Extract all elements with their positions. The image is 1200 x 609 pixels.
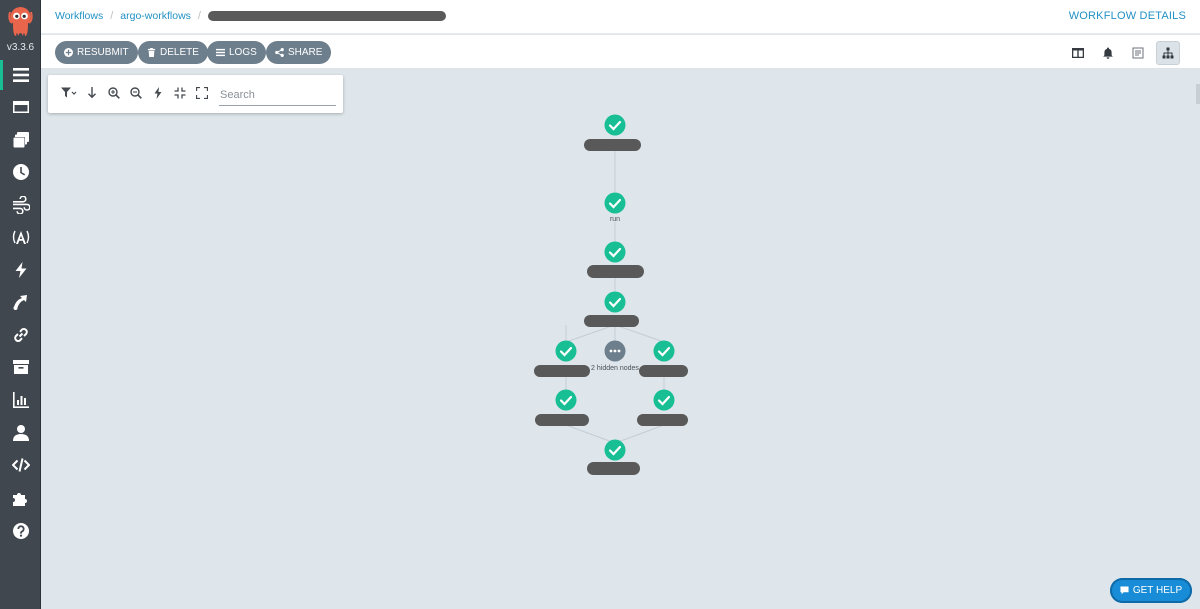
archived-workflows-icon	[12, 360, 29, 374]
sidebar-item-plugins[interactable]	[0, 483, 41, 513]
resubmit-label: RESUBMIT	[77, 47, 129, 58]
zoom-in-button[interactable]	[107, 86, 121, 100]
breadcrumb-workflows[interactable]: Workflows	[55, 10, 103, 22]
expand-icon	[196, 87, 208, 99]
share-button[interactable]: SHARE	[266, 41, 332, 64]
fast-mode-button[interactable]	[151, 86, 165, 100]
plus-circle-icon	[64, 48, 73, 57]
delete-button[interactable]: DELETE	[138, 41, 208, 64]
sidebar-item-archived-workflows[interactable]	[0, 352, 41, 382]
reports-icon	[12, 392, 29, 408]
scrollbar[interactable]	[1196, 84, 1200, 104]
graph-view-button[interactable]	[1156, 41, 1180, 65]
summary-button[interactable]	[1126, 41, 1150, 65]
sidebar-item-api-docs[interactable]	[0, 450, 41, 480]
sidebar-item-event-flow[interactable]	[0, 190, 41, 220]
action-toolbar: RESUBMIT DELETE LOGS SHARE	[41, 35, 1200, 69]
cluster-workflow-templates-icon	[12, 132, 29, 148]
user-icon	[12, 425, 29, 441]
sidebar-item-cron-workflows[interactable]	[0, 157, 41, 187]
breadcrumb-workflow-name-redacted	[207, 11, 446, 21]
split-view-icon	[1072, 48, 1084, 58]
sidebar-item-workflows[interactable]	[0, 60, 41, 90]
links-icon	[13, 328, 28, 342]
get-help-button[interactable]: GET HELP	[1110, 578, 1192, 603]
get-help-label: GET HELP	[1132, 585, 1183, 596]
breadcrumb-separator: /	[197, 10, 201, 22]
graph-search-input[interactable]	[219, 85, 336, 106]
breadcrumb: Workflows / argo-workflows /	[55, 10, 446, 22]
workflow-templates-icon	[12, 101, 29, 113]
help-icon	[12, 523, 29, 539]
trash-icon	[147, 48, 156, 57]
collapse-button[interactable]	[173, 86, 187, 100]
sidebar-item-reports[interactable]	[0, 385, 41, 415]
redacted-node-label	[587, 462, 640, 475]
sidebar-item-sensors[interactable]	[0, 255, 41, 285]
sidebar-item-cluster-workflow-templates[interactable]	[0, 125, 41, 155]
breadcrumb-separator: /	[110, 10, 114, 22]
redacted-node-label	[584, 139, 641, 151]
zoom-in-icon	[108, 87, 120, 99]
sidebar-item-workflow-templates[interactable]	[0, 92, 41, 122]
workflows-icon	[12, 68, 29, 82]
sidebar-item-event-bus[interactable]	[0, 287, 41, 317]
sidebar: v3.3.6	[0, 0, 41, 609]
logs-button[interactable]: LOGS	[207, 41, 266, 64]
list-icon	[216, 48, 225, 57]
event-bus-icon	[13, 295, 27, 310]
top-bar: Workflows / argo-workflows / WORKFLOW DE…	[41, 0, 1200, 34]
redacted-node-label	[534, 365, 590, 377]
event-sources-icon	[12, 230, 29, 244]
delete-label: DELETE	[160, 47, 199, 58]
bell-icon	[1103, 47, 1113, 59]
api-docs-icon	[11, 458, 30, 472]
filter-button[interactable]	[59, 86, 79, 100]
node-label: run	[610, 216, 620, 223]
share-icon	[275, 48, 284, 57]
split-view-button[interactable]	[1066, 41, 1090, 65]
sidebar-item-links[interactable]	[0, 320, 41, 350]
page-title: WORKFLOW DETAILS	[1068, 10, 1186, 22]
sidebar-item-event-sources[interactable]	[0, 222, 41, 252]
summary-icon	[1132, 47, 1144, 59]
chat-icon	[1120, 586, 1129, 595]
sidebar-item-user[interactable]	[0, 418, 41, 448]
sensors-icon	[15, 262, 26, 278]
resubmit-button[interactable]: RESUBMIT	[55, 41, 138, 64]
cron-workflows-icon	[12, 164, 29, 180]
redacted-node-label	[584, 315, 639, 327]
logs-label: LOGS	[229, 47, 257, 58]
plugins-icon	[12, 493, 27, 506]
event-flow-icon	[12, 196, 30, 214]
redacted-node-label	[639, 365, 688, 377]
share-label: SHARE	[288, 47, 323, 58]
zoom-out-icon	[130, 87, 142, 99]
redacted-node-label	[535, 414, 589, 426]
sidebar-item-help[interactable]	[0, 516, 41, 546]
expand-button[interactable]	[195, 86, 209, 100]
graph-toolbar	[48, 75, 343, 113]
direction-button[interactable]	[85, 86, 99, 100]
collapse-icon	[174, 87, 186, 99]
arrow-down-icon	[88, 87, 96, 99]
filter-icon	[61, 87, 77, 98]
lightning-icon	[154, 87, 162, 99]
argo-logo	[8, 7, 33, 36]
breadcrumb-namespace[interactable]: argo-workflows	[120, 10, 191, 22]
node-label: 2 hidden nodes	[591, 365, 639, 372]
version-label: v3.3.6	[6, 42, 35, 53]
graph-view-icon	[1162, 47, 1174, 59]
redacted-node-label	[637, 414, 688, 426]
zoom-out-button[interactable]	[129, 86, 143, 100]
redacted-node-label	[587, 265, 644, 278]
notifications-button[interactable]	[1096, 41, 1120, 65]
